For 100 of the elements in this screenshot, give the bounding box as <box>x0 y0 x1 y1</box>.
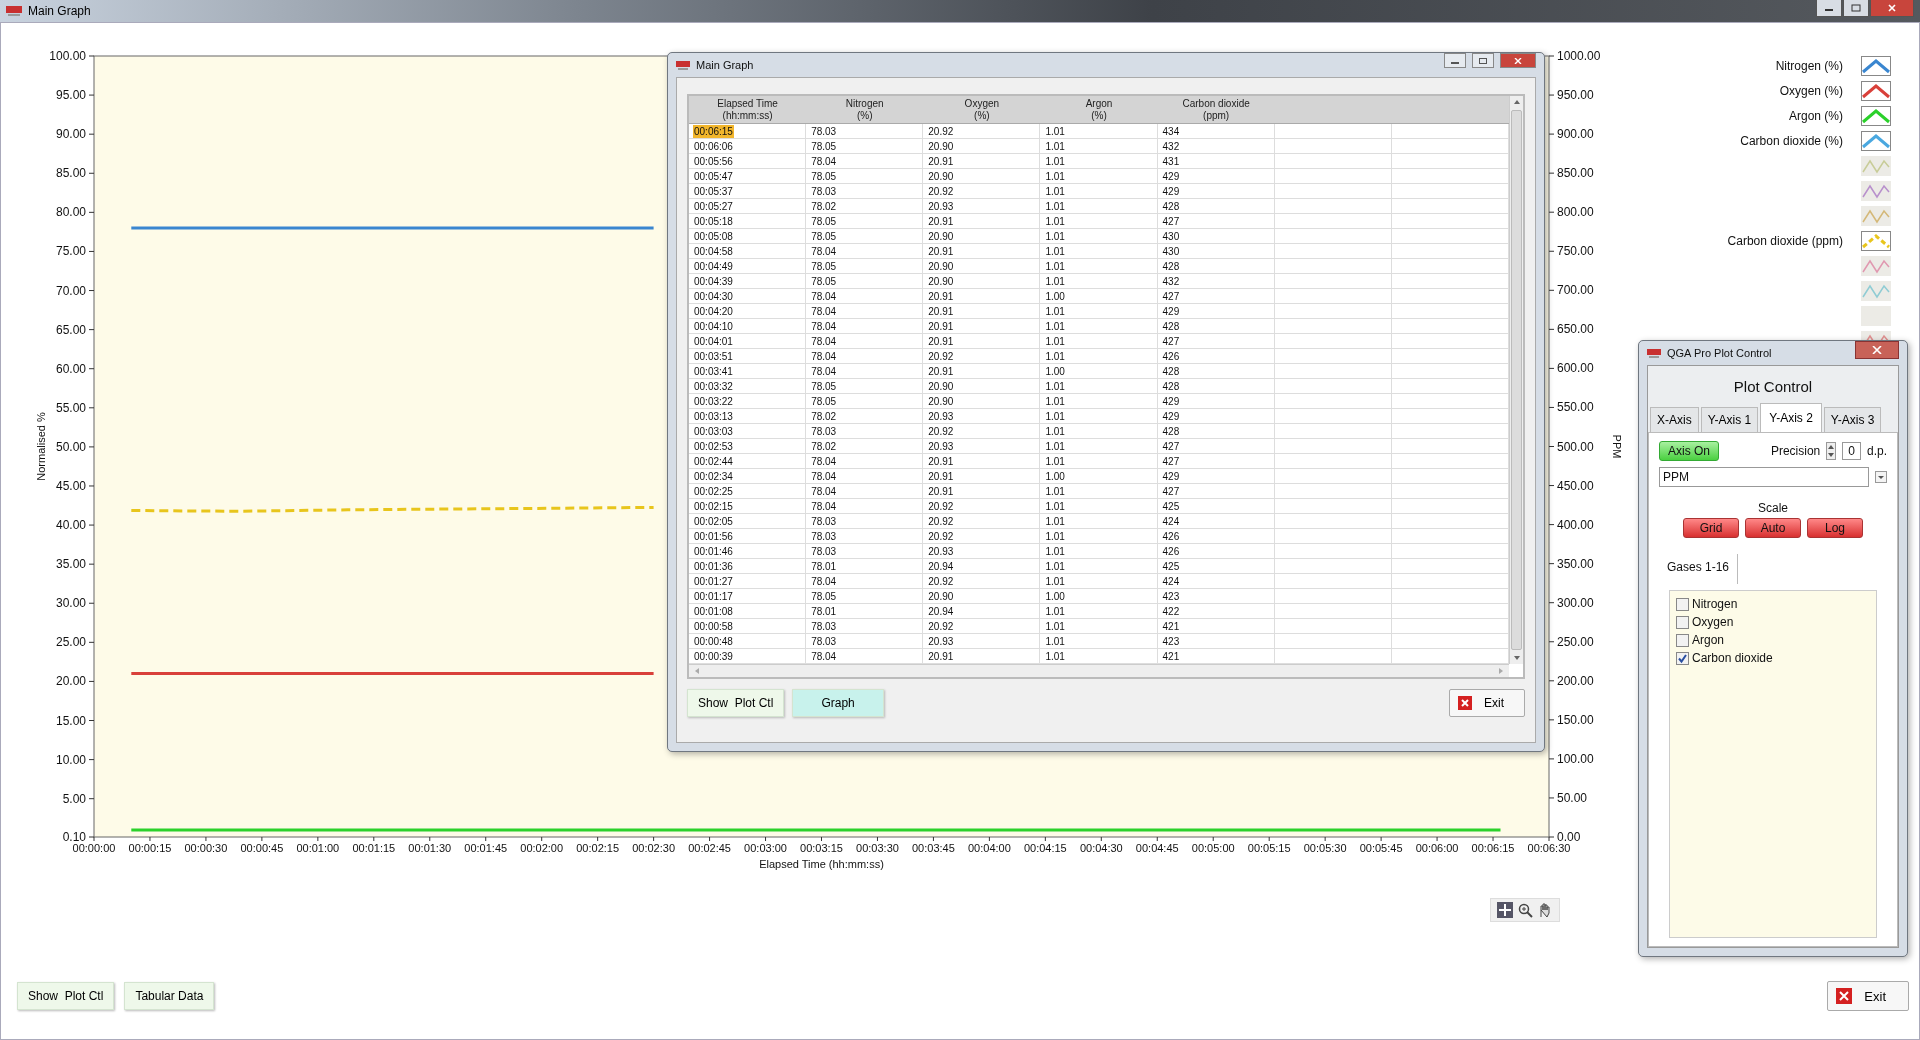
dropdown-icon[interactable] <box>1875 471 1887 483</box>
checkbox[interactable] <box>1676 615 1689 629</box>
table-cell: 426 <box>1161 544 1181 558</box>
table-cell[interactable]: 00:04:30 <box>693 289 734 303</box>
table-cell[interactable]: 00:01:08 <box>693 604 734 618</box>
scroll-up-icon[interactable] <box>1512 98 1521 106</box>
table-cell[interactable]: 00:03:32 <box>693 379 734 393</box>
close-button[interactable] <box>1855 341 1899 359</box>
table-cell[interactable]: 00:00:48 <box>693 634 734 648</box>
legend-swatch-icon[interactable] <box>1861 155 1891 176</box>
spinner-icon[interactable] <box>1826 442 1837 460</box>
legend-swatch-icon[interactable] <box>1861 205 1891 226</box>
exit-button[interactable]: Exit <box>1827 981 1909 1011</box>
table-cell[interactable]: 00:03:22 <box>693 394 734 408</box>
scroll-left-icon[interactable] <box>693 667 701 675</box>
table-cell[interactable]: 00:04:39 <box>693 274 734 288</box>
legend-swatch-icon[interactable] <box>1861 180 1891 201</box>
axis-name-field[interactable]: PPM <box>1659 467 1869 487</box>
table-cell[interactable]: 00:01:36 <box>693 559 734 573</box>
table-cell[interactable]: 00:05:27 <box>693 199 734 213</box>
toolbar-button[interactable]: Graph <box>792 689 884 717</box>
close-button[interactable] <box>1500 53 1536 68</box>
close-icon <box>1887 4 1897 12</box>
table-cell[interactable]: 00:03:13 <box>693 409 734 423</box>
table-cell[interactable]: 00:03:41 <box>693 364 734 378</box>
legend-swatch-icon[interactable] <box>1861 130 1891 151</box>
scrollbar[interactable] <box>689 664 1509 677</box>
table-cell[interactable]: 00:02:15 <box>693 499 734 513</box>
table-cell[interactable]: 00:06:06 <box>693 139 734 153</box>
legend-swatch-icon[interactable] <box>1861 255 1891 276</box>
table-cell[interactable]: 00:05:56 <box>693 154 734 168</box>
close-button[interactable] <box>1870 0 1914 17</box>
axis-label: 200.00 <box>1557 673 1594 688</box>
exit-button[interactable]: Exit <box>1449 689 1525 717</box>
maximize-button[interactable] <box>1843 0 1869 17</box>
table-cell[interactable]: 00:05:37 <box>693 184 734 198</box>
table-cell[interactable]: 00:02:44 <box>693 454 734 468</box>
table-cell[interactable]: 00:04:01 <box>693 334 734 348</box>
tab[interactable]: Y-Axis 2 <box>1760 403 1822 433</box>
table-cell[interactable]: 00:02:25 <box>693 484 734 498</box>
legend-swatch-icon[interactable] <box>1861 55 1891 76</box>
checkbox[interactable] <box>1676 597 1689 611</box>
table-cell: 421 <box>1161 649 1181 663</box>
tab[interactable]: Y-Axis 3 <box>1823 407 1882 432</box>
table-cell: 78.01 <box>810 559 838 573</box>
toolbar-button[interactable]: Show Plot Ctl <box>17 982 115 1010</box>
checkbox[interactable] <box>1676 633 1689 647</box>
table-cell[interactable]: 00:05:18 <box>693 214 734 228</box>
minimize-button[interactable] <box>1444 53 1466 68</box>
maximize-button[interactable] <box>1472 53 1494 68</box>
table-cell[interactable]: 00:01:46 <box>693 544 734 558</box>
crosshair-icon[interactable] <box>1497 902 1513 918</box>
toggle-button[interactable]: Axis On <box>1659 441 1719 461</box>
table-cell: 1.01 <box>1044 214 1066 228</box>
zoom-icon[interactable] <box>1517 902 1533 918</box>
tab[interactable]: Gases 1-16 <box>1659 554 1739 584</box>
axis-label: 00:03:30 <box>856 842 899 854</box>
scroll-right-icon[interactable] <box>1497 667 1505 675</box>
legend-swatch-icon[interactable] <box>1861 280 1891 301</box>
axis-label: 00:02:30 <box>632 842 676 854</box>
table-cell[interactable]: 00:05:08 <box>693 229 734 243</box>
hand-icon[interactable] <box>1537 902 1553 918</box>
toggle-button[interactable]: Log <box>1807 518 1863 538</box>
legend-swatch-icon[interactable] <box>1861 230 1891 251</box>
table-cell[interactable]: 00:04:20 <box>693 304 734 318</box>
table-cell[interactable]: 00:06:15 <box>693 124 734 138</box>
table-cell[interactable]: 00:04:49 <box>693 259 734 273</box>
table-cell[interactable]: 00:05:47 <box>693 169 734 183</box>
toolbar-button[interactable]: Show Plot Ctl <box>687 689 785 717</box>
axis-label: 800.00 <box>1557 205 1594 220</box>
table-cell[interactable]: 00:00:39 <box>693 649 734 663</box>
table-cell: 427 <box>1161 289 1181 303</box>
table-cell[interactable]: 00:02:53 <box>693 439 734 453</box>
table-cell[interactable]: 00:04:10 <box>693 319 734 333</box>
tab[interactable]: X-Axis <box>1650 407 1699 432</box>
axis-label: 600.00 <box>1557 361 1594 376</box>
table-cell[interactable]: 00:01:56 <box>693 529 734 543</box>
table-cell[interactable]: 00:02:05 <box>693 514 734 528</box>
table-cell[interactable]: 00:03:51 <box>693 349 734 363</box>
table-cell: 78.04 <box>810 574 838 588</box>
legend-swatch-icon[interactable] <box>1861 80 1891 101</box>
table-cell: 78.05 <box>810 169 838 183</box>
minimize-button[interactable] <box>1816 0 1842 17</box>
scroll-down-icon[interactable] <box>1512 654 1521 662</box>
table-cell[interactable]: 00:01:27 <box>693 574 734 588</box>
table-cell: 1.01 <box>1044 319 1066 333</box>
table-cell[interactable]: 00:00:58 <box>693 619 734 633</box>
table-cell[interactable]: 00:02:34 <box>693 469 734 483</box>
toggle-button[interactable]: Auto <box>1745 518 1801 538</box>
legend-swatch-icon[interactable] <box>1861 305 1891 326</box>
number-field[interactable]: 0 <box>1842 442 1861 460</box>
table-cell[interactable]: 00:03:03 <box>693 424 734 438</box>
table-cell[interactable]: 00:04:58 <box>693 244 734 258</box>
toggle-button[interactable]: Grid <box>1683 518 1739 538</box>
legend-swatch-icon[interactable] <box>1861 105 1891 126</box>
tab[interactable]: Y-Axis 1 <box>1700 407 1759 432</box>
toolbar-button[interactable]: Tabular Data <box>124 982 215 1010</box>
table-cell[interactable]: 00:01:17 <box>693 589 734 603</box>
scrollbar[interactable] <box>1509 96 1523 664</box>
checkbox[interactable] <box>1676 651 1689 665</box>
